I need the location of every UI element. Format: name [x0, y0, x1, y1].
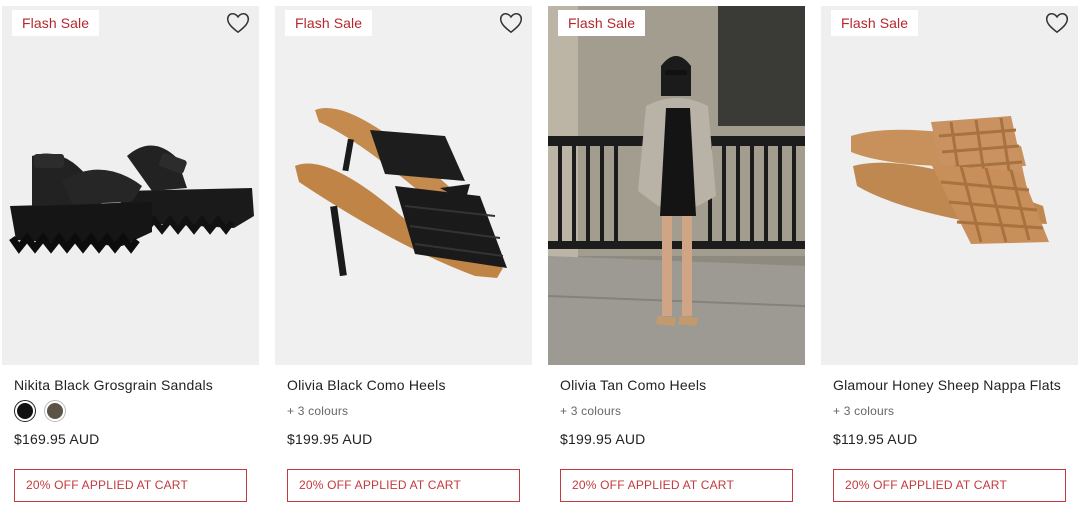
product-price: $199.95 AUD [287, 431, 373, 447]
product-card[interactable]: Flash Sale Nikita Black Grosgrain Sandal… [2, 0, 259, 517]
flash-sale-badge: Flash Sale [831, 10, 919, 36]
product-title[interactable]: Nikita Black Grosgrain Sandals [14, 377, 213, 393]
product-price: $119.95 AUD [833, 431, 918, 447]
heart-outline-icon[interactable] [1044, 10, 1070, 36]
colour-swatches [14, 400, 66, 422]
product-title[interactable]: Glamour Honey Sheep Nappa Flats [833, 377, 1061, 393]
product-image [821, 6, 1078, 365]
heart-outline-icon[interactable] [498, 10, 524, 36]
product-image-link[interactable] [821, 6, 1078, 365]
product-image-link[interactable] [548, 6, 805, 365]
product-price: $169.95 AUD [14, 431, 100, 447]
product-image [275, 6, 532, 365]
promo-discount-box[interactable]: 20% OFF APPLIED AT CART [287, 469, 520, 502]
product-card[interactable]: Flash Sale Olivia Tan Como Heels + 3 col… [548, 0, 805, 517]
flash-sale-badge: Flash Sale [558, 10, 646, 36]
promo-discount-box[interactable]: 20% OFF APPLIED AT CART [560, 469, 793, 502]
more-colours-label[interactable]: + 3 colours [287, 404, 348, 418]
heart-outline-icon[interactable] [225, 10, 251, 36]
product-card[interactable]: Flash Sale Glamour Honey Sheep Nappa Fla… [821, 0, 1078, 517]
flash-sale-badge: Flash Sale [285, 10, 373, 36]
more-colours-label[interactable]: + 3 colours [560, 404, 621, 418]
product-image [548, 6, 805, 365]
promo-discount-box[interactable]: 20% OFF APPLIED AT CART [14, 469, 247, 502]
product-image-link[interactable] [2, 6, 259, 365]
product-card[interactable]: Flash Sale Olivia Black Como Heels + 3 c… [275, 0, 532, 517]
more-colours-label[interactable]: + 3 colours [833, 404, 894, 418]
flash-sale-badge: Flash Sale [12, 10, 100, 36]
product-title[interactable]: Olivia Tan Como Heels [560, 377, 706, 393]
product-price: $199.95 AUD [560, 431, 646, 447]
product-image [2, 6, 259, 365]
swatch-black[interactable] [14, 400, 36, 422]
swatch-khaki[interactable] [44, 400, 66, 422]
product-grid: Flash Sale Nikita Black Grosgrain Sandal… [0, 0, 1080, 517]
promo-discount-box[interactable]: 20% OFF APPLIED AT CART [833, 469, 1066, 502]
product-title[interactable]: Olivia Black Como Heels [287, 377, 446, 393]
product-image-link[interactable] [275, 6, 532, 365]
